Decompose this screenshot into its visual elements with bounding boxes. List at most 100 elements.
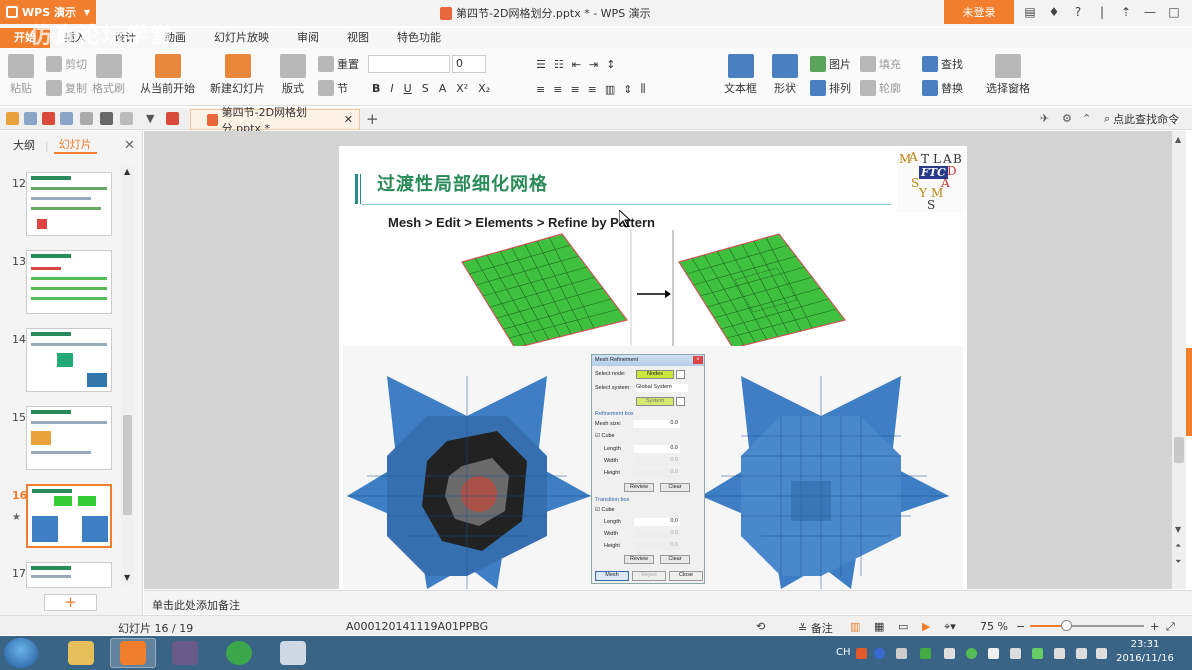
zoom-slider-knob[interactable] [1061,620,1072,631]
sogou-ime-icon[interactable] [856,648,867,659]
zoom-level[interactable]: 75 % [980,620,1008,633]
nodes-picker-button[interactable] [676,370,685,379]
network-status-icon[interactable] [1032,648,1043,659]
outline-button[interactable]: 轮廓 [860,80,901,96]
restore-ribbon-icon[interactable]: ⇡ [1114,5,1138,19]
arrange-button[interactable]: 排列 [810,80,851,96]
slides-panel-scrollbar[interactable]: ▲ ▼ [121,165,134,585]
help-button[interactable]: ? [1066,5,1090,19]
picture-button[interactable]: 图片 [810,56,851,72]
minimize-button[interactable]: — [1138,5,1162,19]
slide-thumbnail[interactable] [26,250,112,314]
open-folder-icon[interactable] [6,112,19,125]
review2-button[interactable]: Review [624,555,654,564]
shadow-button[interactable]: S [422,82,429,95]
search-commands[interactable]: ⌕ 点此查找命令 [1104,111,1179,127]
pin-icon[interactable]: ✈ [1040,112,1049,125]
layout-button[interactable]: 版式 [280,54,306,96]
flag-icon[interactable] [1076,648,1087,659]
normal-view-icon[interactable]: ▥ [850,620,860,633]
slide-sorter-icon[interactable]: ▦ [874,620,884,633]
chevron-up-icon[interactable]: ⌃ [1082,112,1091,125]
skin-icon[interactable]: ▤ [1018,5,1042,19]
previous-slide-icon[interactable]: ⏶ [1175,541,1181,551]
cube2-checkbox[interactable]: ☑ Cube [595,507,615,513]
bullet-list-icon[interactable]: ☰ [536,58,546,71]
bold-button[interactable]: B [372,82,380,95]
system-select[interactable]: Global System [636,384,688,392]
scroll-up-icon[interactable]: ▲ [124,167,130,176]
slide-thumbnail[interactable] [26,406,112,470]
current-slide[interactable]: 过渡性局部细化网格 Mesh > Edit > Elements > Refin… [339,146,967,589]
columns-icon[interactable]: ⫼ [641,82,646,96]
slide-thumbnail[interactable] [26,328,112,392]
login-button[interactable]: 未登录 [944,0,1014,24]
export-pdf-icon[interactable] [42,112,55,125]
notes-pane[interactable]: 单击此处添加备注 [144,590,1192,614]
camera-icon[interactable] [944,648,955,659]
paste-button[interactable]: 粘贴 [8,54,34,96]
new-slide-button[interactable]: 新建幻灯片 [210,54,265,96]
save-icon[interactable] [24,112,37,125]
tray-app-icon[interactable] [988,648,999,659]
settings-icon[interactable]: ⚙ [1062,112,1072,125]
cube-checkbox[interactable]: ☑ Cube [595,433,615,439]
length-input[interactable]: 0.0 [634,445,680,453]
tab-review[interactable]: 审阅 [283,28,333,48]
mesh-size-input[interactable]: 0.0 [634,420,680,428]
security-icon[interactable] [966,648,977,659]
font-name-select[interactable] [368,55,450,73]
close-tab-icon[interactable]: ✕ [344,113,353,126]
zoom-in-icon[interactable]: + [1150,620,1159,633]
reading-view-icon[interactable]: ▭ [898,620,908,633]
reject-button[interactable]: Reject [632,571,666,581]
headset-icon[interactable] [1010,648,1021,659]
add-slide-button[interactable]: + [44,594,97,611]
shape-button[interactable]: 形状 [772,54,798,96]
scrollbar-thumb[interactable] [123,415,132,515]
ime-settings-icon[interactable] [896,648,907,659]
numbered-list-icon[interactable]: ☷ [554,58,564,71]
zoom-slider[interactable] [1030,625,1144,627]
align-left-icon[interactable]: ≡ [536,83,545,96]
find-button[interactable]: 查找 [922,56,963,72]
increase-indent-icon[interactable]: ⇥ [589,58,598,71]
location-icon[interactable]: ⌖▾ [944,620,956,634]
maximize-button[interactable]: □ [1162,5,1186,19]
slide-scrollbar[interactable]: ▲ ▼ ⏶ ⏷ [1172,131,1186,589]
select-pane-button[interactable]: 选择窗格 [986,54,1030,96]
wps-home-icon[interactable] [166,112,179,125]
slide-thumbnail-active[interactable] [26,484,112,548]
system-clock[interactable]: 23:31 2016/11/16 [1112,638,1178,666]
width-input[interactable]: 0.0 [634,457,680,465]
align-center-icon[interactable]: ≡ [553,83,562,96]
length2-input[interactable]: 0.0 [634,518,680,526]
battery-icon[interactable] [920,648,931,659]
width2-input[interactable]: 0.0 [634,530,680,538]
underline-button[interactable]: U [404,82,412,95]
scroll-down-icon[interactable]: ▼ [1175,525,1181,534]
new-tab-icon[interactable]: + [366,110,379,128]
fill-button[interactable]: 填充 [860,56,901,72]
textbox-button[interactable]: 文本框 [724,54,757,96]
slideshow-icon[interactable]: ▶ [922,620,930,633]
cut-button[interactable]: 剪切 [46,56,87,72]
format-painter-button[interactable]: 格式刷 [92,54,125,96]
backup-icon[interactable]: ⟲ [756,620,765,633]
scrollbar-thumb[interactable] [1174,437,1184,463]
nodes-button[interactable]: Nodes [636,370,674,379]
fit-window-icon[interactable]: ⤢ [1166,620,1175,634]
text-direction-icon[interactable]: ⇕ [623,83,632,96]
slide-thumbnail[interactable] [26,562,112,588]
zoom-out-icon[interactable]: − [1016,620,1025,633]
align-right-icon[interactable]: ≡ [570,83,579,96]
distribute-icon[interactable]: ▥ [605,83,615,96]
next-slide-icon[interactable]: ⏷ [1175,557,1181,567]
shirt-icon[interactable]: ♦ [1042,5,1066,19]
height2-input[interactable]: 0.0 [634,542,680,550]
superscript-button[interactable]: X² [456,82,468,95]
customize-toolbar-icon[interactable]: ▼ [146,112,154,125]
line-spacing-icon[interactable]: ↕ [606,58,615,71]
taskbar-wps-presentation[interactable] [110,638,156,668]
print-preview-icon[interactable] [80,112,93,125]
